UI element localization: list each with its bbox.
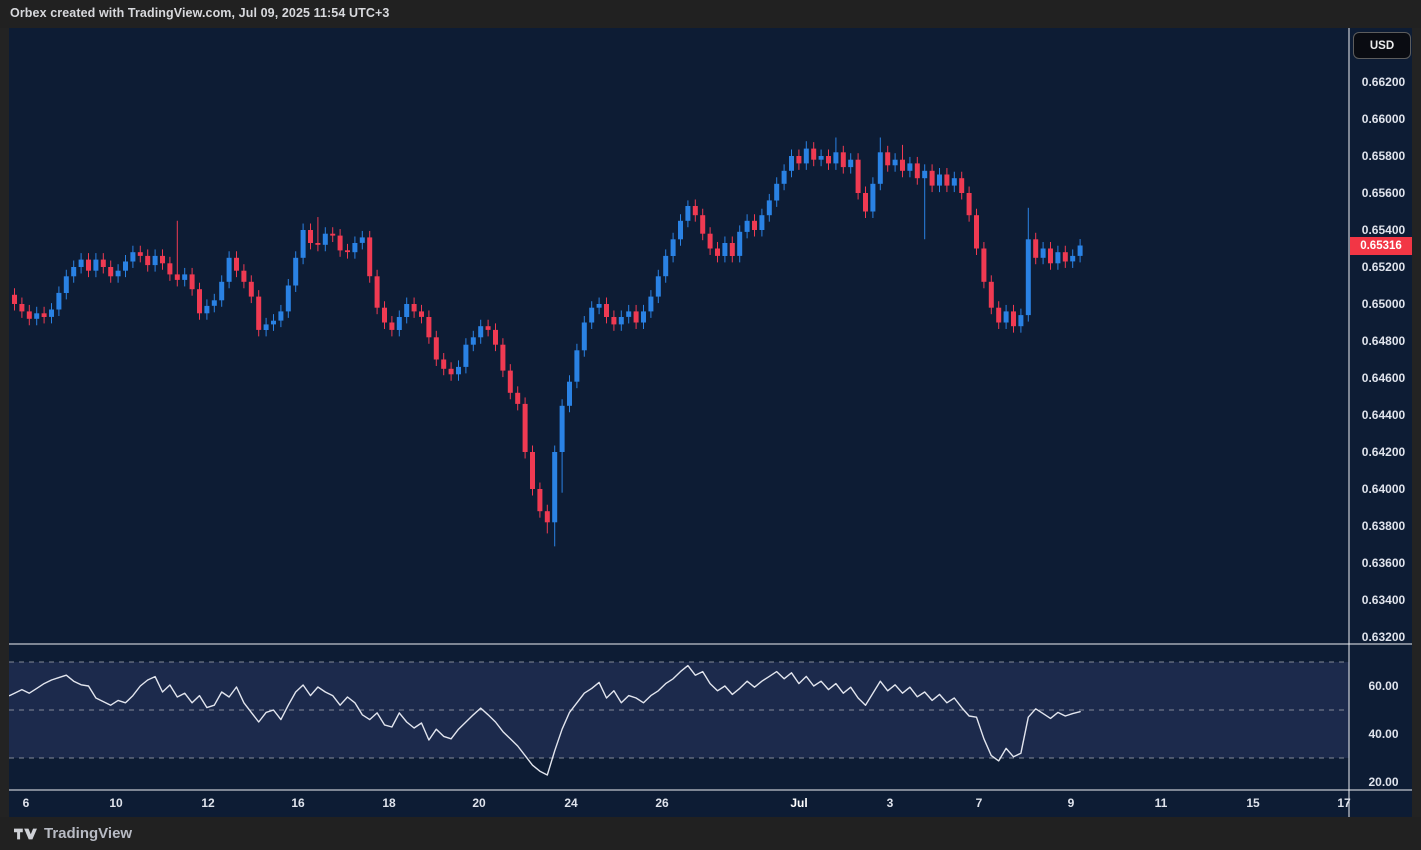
tradingview-logo-icon xyxy=(14,826,37,842)
price-axis-label: 0.64600 xyxy=(1355,370,1412,386)
chart-watermark-title: Orbex created with TradingView.com, Jul … xyxy=(10,6,389,20)
tradingview-screenshot: Orbex created with TradingView.com, Jul … xyxy=(0,0,1421,850)
time-axis-label: 18 xyxy=(382,795,395,811)
price-axis-label: 0.63200 xyxy=(1355,629,1412,645)
time-axis-label: 24 xyxy=(564,795,577,811)
rsi-axis-label: 60.00 xyxy=(1355,678,1412,694)
price-axis-label: 0.65000 xyxy=(1355,296,1412,312)
chart-canvas[interactable] xyxy=(9,28,1412,817)
tradingview-logo-text: TradingView xyxy=(44,825,132,842)
price-axis-label: 0.63400 xyxy=(1355,592,1412,608)
time-axis-label: 9 xyxy=(1068,795,1075,811)
rsi-axis-label: 40.00 xyxy=(1355,726,1412,742)
rsi-axis-label: 20.00 xyxy=(1355,774,1412,790)
price-axis-label: 0.66200 xyxy=(1355,74,1412,90)
time-axis-label: Jul xyxy=(790,795,807,811)
time-axis-label: 26 xyxy=(655,795,668,811)
time-axis-label: 11 xyxy=(1155,795,1168,811)
time-axis-label: 16 xyxy=(291,795,304,811)
price-axis-label: 0.63800 xyxy=(1355,518,1412,534)
header-bar: Orbex created with TradingView.com, Jul … xyxy=(0,0,1421,28)
time-axis-label: 7 xyxy=(976,795,983,811)
price-axis-label: 0.64400 xyxy=(1355,407,1412,423)
tradingview-logo-link[interactable]: TradingView xyxy=(14,825,132,842)
time-axis-label: 17 xyxy=(1337,795,1350,811)
time-axis-label: 12 xyxy=(201,795,214,811)
price-axis-label: 0.65600 xyxy=(1355,185,1412,201)
currency-toggle-button[interactable]: USD xyxy=(1353,32,1411,59)
time-axis-label: 15 xyxy=(1246,795,1259,811)
price-axis-label: 0.65800 xyxy=(1355,148,1412,164)
time-axis-label: 6 xyxy=(23,795,30,811)
price-axis-label: 0.64200 xyxy=(1355,444,1412,460)
price-axis-label: 0.66000 xyxy=(1355,111,1412,127)
price-axis-label: 0.64000 xyxy=(1355,481,1412,497)
time-axis-label: 3 xyxy=(887,795,894,811)
price-axis-label: 0.65200 xyxy=(1355,259,1412,275)
price-axis-label: 0.63600 xyxy=(1355,555,1412,571)
chart-area[interactable]: 0.662000.660000.658000.656000.654000.652… xyxy=(9,28,1412,817)
time-axis-label: 20 xyxy=(472,795,485,811)
time-axis-label: 10 xyxy=(109,795,122,811)
last-price-badge: 0.65316 xyxy=(1350,237,1412,255)
price-axis-label: 0.64800 xyxy=(1355,333,1412,349)
footer-bar: TradingView xyxy=(0,817,1421,850)
